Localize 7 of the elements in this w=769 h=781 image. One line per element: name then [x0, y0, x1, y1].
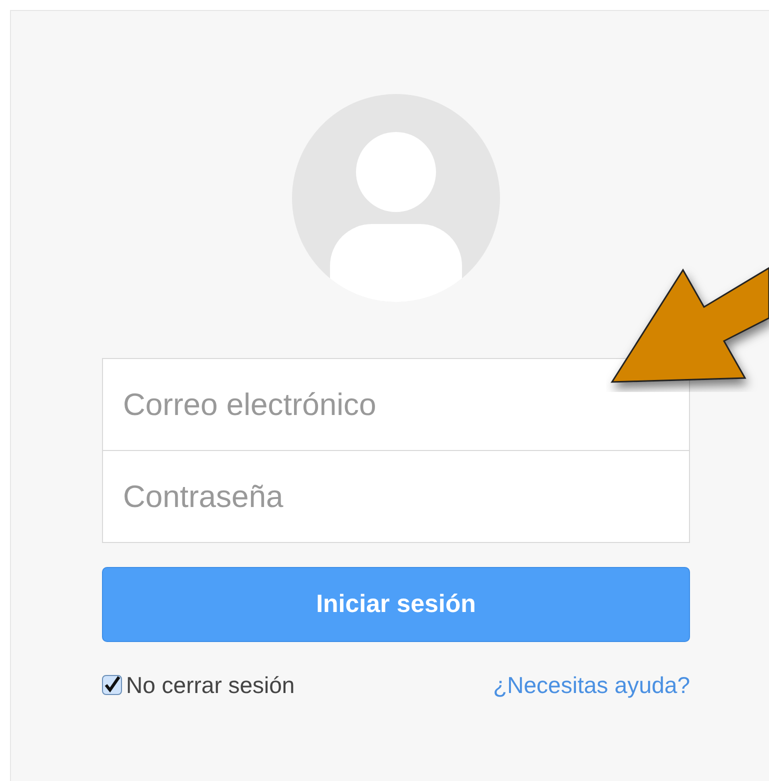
sign-in-button[interactable]: Iniciar sesión — [102, 567, 690, 642]
email-field[interactable]: Correo electrónico — [102, 358, 690, 451]
remember-checkbox[interactable] — [102, 675, 122, 696]
help-link[interactable]: ¿Necesitas ayuda? — [493, 668, 690, 702]
remember-label: No cerrar sesión — [126, 671, 295, 700]
password-field[interactable]: Contraseña — [102, 450, 690, 543]
avatar-icon — [292, 94, 500, 302]
